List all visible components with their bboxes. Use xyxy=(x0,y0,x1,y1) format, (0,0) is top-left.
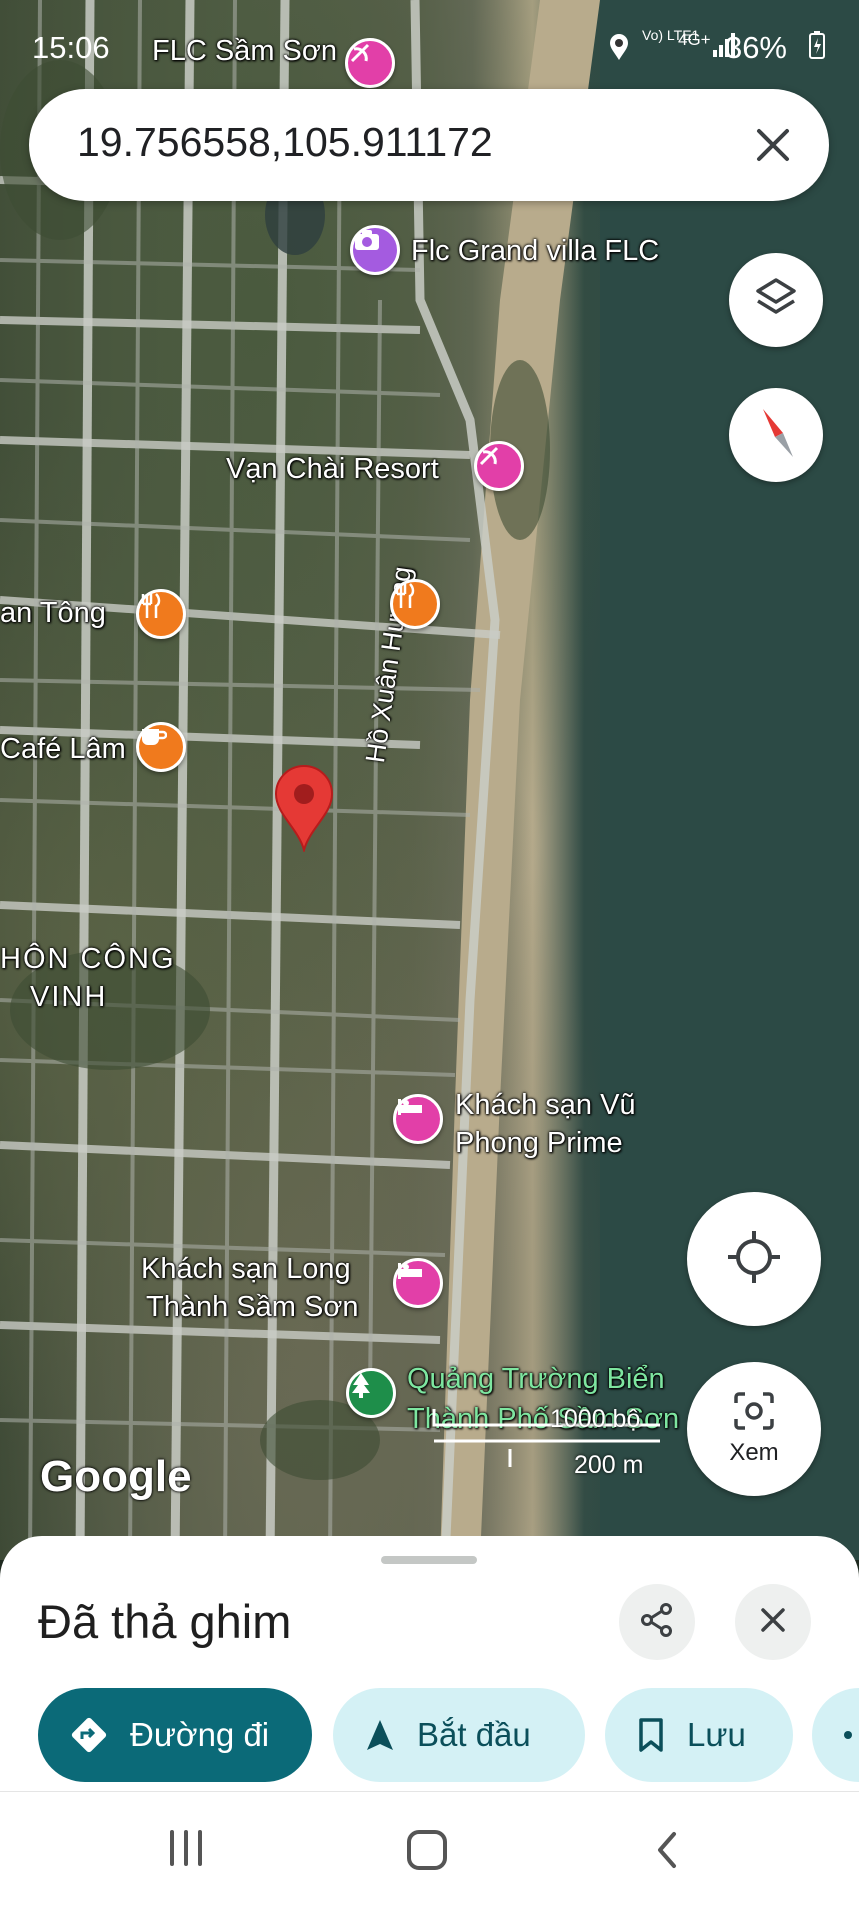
layers-button[interactable] xyxy=(729,253,823,347)
map-label-van-chai-resort[interactable]: Vạn Chài Resort xyxy=(226,450,439,488)
close-sheet-button[interactable] xyxy=(735,1584,811,1660)
battery-percent: 36% xyxy=(724,30,787,65)
map-label-cafe-lam[interactable]: Café Lâm xyxy=(0,730,126,768)
start-label: Bắt đầu xyxy=(417,1716,531,1753)
park-tree-icon[interactable] xyxy=(346,1368,396,1418)
map-label-vu-phong-prime-line2[interactable]: Phong Prime xyxy=(455,1124,623,1162)
map-label-long-thanh-line1[interactable]: Khách sạn Long xyxy=(141,1250,351,1288)
map-label-vu-phong-prime-line1[interactable]: Khách sạn Vũ xyxy=(455,1086,636,1124)
compass-button[interactable] xyxy=(729,388,823,482)
battery-charging-icon xyxy=(808,30,826,65)
directions-icon xyxy=(70,1716,108,1754)
map-label-an-tong[interactable]: an Tông xyxy=(0,594,106,632)
cafe-icon[interactable] xyxy=(136,722,186,772)
google-logo: Google xyxy=(40,1452,192,1501)
share-icon xyxy=(840,1720,859,1750)
recent-apps-icon[interactable] xyxy=(166,1828,206,1872)
sheet-drag-handle[interactable] xyxy=(381,1556,477,1564)
map-view[interactable]: FLC Sầm Sơn Flc Grand villa FLC Vạn Chài… xyxy=(0,0,859,1560)
status-time: 15:06 xyxy=(32,30,110,65)
beach-resort-icon[interactable] xyxy=(474,441,524,491)
start-navigation-button[interactable]: Bắt đầu xyxy=(333,1688,585,1782)
lens-camera-icon xyxy=(732,1391,776,1435)
directions-label: Đường đi xyxy=(130,1716,270,1753)
camera-poi-icon[interactable] xyxy=(350,225,400,275)
map-label-area-cong-vinh-line2: VINH xyxy=(30,981,108,1013)
close-icon xyxy=(758,1605,788,1639)
save-label: Lưu xyxy=(687,1716,746,1753)
compass-icon xyxy=(753,405,799,465)
close-icon[interactable] xyxy=(751,123,795,167)
share-button[interactable] xyxy=(619,1584,695,1660)
hotel-icon[interactable] xyxy=(393,1094,443,1144)
map-label-area-cong-vinh-line1: HÔN CÔNG xyxy=(0,943,176,975)
map-label-flc-grand-villa[interactable]: Flc Grand villa FLC xyxy=(411,232,659,270)
search-bar[interactable]: 19.756558,105.911172 xyxy=(29,89,829,201)
save-button[interactable]: Lưu xyxy=(605,1688,793,1782)
directions-button[interactable]: Đường đi xyxy=(38,1688,312,1782)
navigation-arrow-icon xyxy=(365,1718,395,1752)
bookmark-icon xyxy=(637,1717,665,1753)
my-location-icon xyxy=(726,1229,782,1289)
layers-icon xyxy=(753,275,799,325)
map-scale: 1000 bộ 200 m xyxy=(430,1405,660,1485)
lens-label: Xem xyxy=(729,1439,779,1466)
system-navigation-bar xyxy=(0,1791,859,1908)
sheet-title: Đã thả ghim xyxy=(38,1595,292,1648)
place-bottom-sheet[interactable]: Đã thả ghim Đường đi Bắt đầu Lưu xyxy=(0,1536,859,1791)
hotel-icon[interactable] xyxy=(393,1258,443,1308)
location-status-icon xyxy=(608,32,630,67)
more-actions-chip[interactable] xyxy=(812,1688,859,1782)
my-location-button[interactable] xyxy=(687,1192,821,1326)
scale-label-meters: 200 m xyxy=(574,1451,644,1479)
restaurant-icon[interactable] xyxy=(390,579,440,629)
back-icon[interactable] xyxy=(652,1828,682,1876)
map-label-quang-truong-line1[interactable]: Quảng Trường Biển xyxy=(407,1360,665,1398)
network-type-icon: 4G+ xyxy=(678,30,711,49)
share-icon xyxy=(639,1602,675,1642)
scale-label-feet: 1000 bộ xyxy=(550,1405,641,1433)
screen: FLC Sầm Sơn Flc Grand villa FLC Vạn Chài… xyxy=(0,0,859,1908)
map-label-long-thanh-line2[interactable]: Thành Sầm Sơn xyxy=(146,1288,358,1326)
lens-button[interactable]: Xem xyxy=(687,1362,821,1496)
restaurant-icon[interactable] xyxy=(136,589,186,639)
home-icon[interactable] xyxy=(405,1828,449,1876)
status-bar: 15:06 Vo) LTE1 4G+ 36% xyxy=(0,22,859,78)
search-input[interactable]: 19.756558,105.911172 xyxy=(77,119,493,166)
